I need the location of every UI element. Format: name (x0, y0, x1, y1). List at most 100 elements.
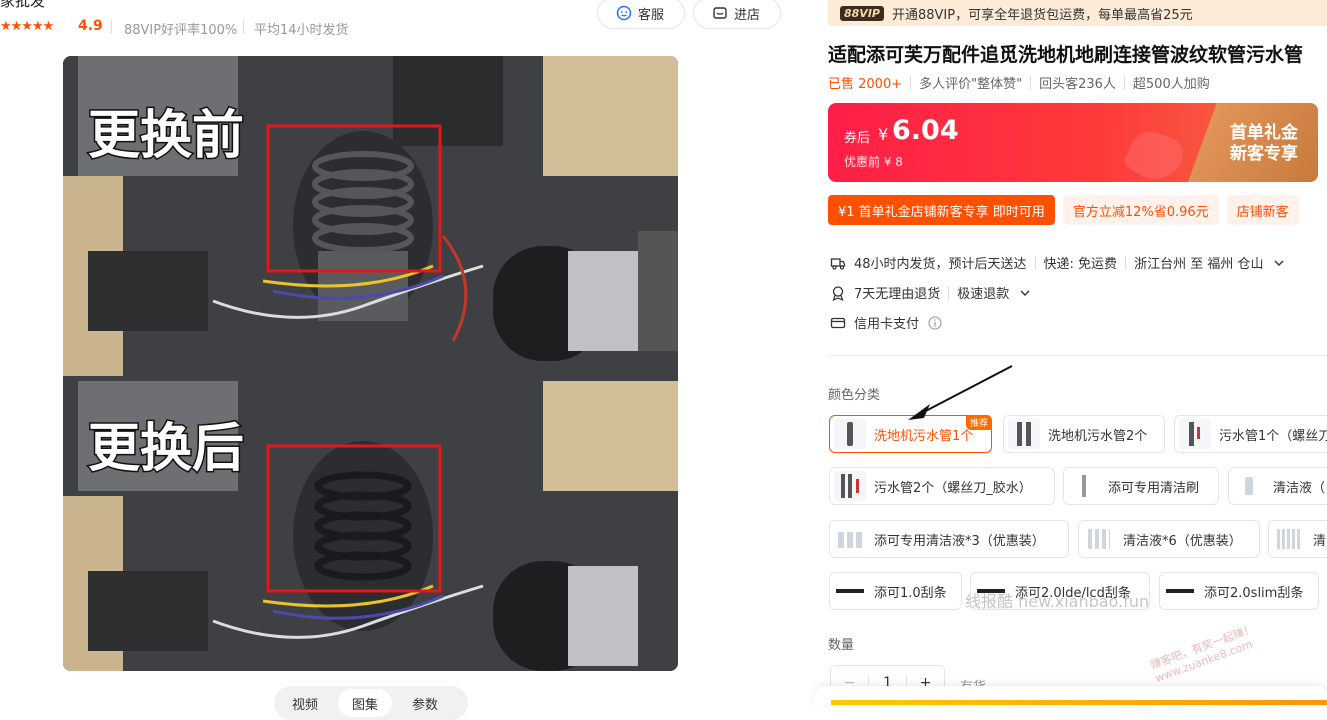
smile-chat-icon (616, 5, 632, 21)
sku-thumbnail (1233, 471, 1265, 501)
chevron-down-icon[interactable] (1271, 255, 1287, 271)
sku-thumbnail (1179, 419, 1211, 449)
ship-route[interactable]: 浙江台州 至 福州 仓山 (1134, 253, 1263, 272)
sku-thumbnail (834, 576, 866, 606)
sku-option-9[interactable]: 清 (1268, 520, 1327, 558)
sku-option-7[interactable]: 添可专用清洁液*3（优惠装） (829, 520, 1069, 558)
credit-card-icon (830, 315, 846, 331)
vip-banner[interactable]: 88VIP 开通88VIP，可享全年退货包运费，每单最高省25元 (828, 0, 1327, 26)
divider (1030, 75, 1032, 90)
sku-option-3[interactable]: 污水管1个（螺丝刀 (1174, 415, 1327, 453)
divider (111, 20, 112, 34)
sku-label: 添可2.0slim刮条 (1204, 585, 1304, 601)
before-caption: 更换前 (88, 106, 244, 166)
sku-thumbnail (1068, 471, 1100, 501)
credit-card-payment: 信用卡支付 (854, 317, 920, 332)
price-card: 券后 ¥ 6.04 优惠前 ¥ 8 首单礼金 新客专享 (828, 103, 1318, 182)
sku-thumbnail (834, 471, 866, 501)
product-title: 适配添可芙万配件追觅洗地机地刷连接管波纹软管污水管 (828, 44, 1304, 66)
gallery-tabs: 视频 图集 参数 (274, 686, 468, 720)
after-caption: 更换后 (88, 419, 244, 479)
shop-icon (712, 5, 728, 21)
sku-label: 清 (1313, 533, 1327, 549)
sku-option-8[interactable]: 清洁液*6（优惠装） (1078, 520, 1260, 558)
site-watermark: 线报酷 new.xianbao.fun (965, 592, 1150, 611)
original-price: 优惠前 ¥ 8 (844, 155, 903, 169)
good-rate: 88VIP好评率100% (124, 23, 238, 38)
repeat-buyers: 回头客236人 (1039, 77, 1116, 92)
currency-symbol: ¥ (878, 125, 889, 144)
promo-label: 首单礼金 新客专享 (1230, 123, 1298, 165)
sku-thumbnail (1164, 576, 1196, 606)
price-prefix: 券后 (844, 131, 871, 146)
rating-stars-icon: ★★★★★ (0, 19, 54, 34)
ship-estimate: 48小时内发货，预计后天送达 (854, 257, 1027, 272)
fast-refund[interactable]: 极速退款 (957, 283, 1009, 302)
customer-service-label: 客服 (638, 7, 665, 23)
sku-label: 污水管1个（螺丝刀 (1219, 428, 1327, 444)
chevron-down-icon[interactable] (1017, 285, 1033, 301)
quantity-label: 数量 (828, 638, 855, 653)
sku-thumbnail (1083, 524, 1115, 554)
payment-row: 信用卡支付 (830, 313, 943, 332)
returns-policy: 7天无理由退货 (854, 287, 941, 302)
returns-row: 7天无理由退货 极速退款 (830, 283, 1033, 302)
sku-option-6[interactable]: 清洁液（ (1228, 467, 1327, 505)
product-stats: 已售 2000+ 多人评价"整体赞" 回头客236人 超500人加购 (828, 73, 1210, 92)
sku-option-12[interactable]: 添可2.0slim刮条 (1159, 572, 1319, 610)
ship-time: 平均14小时发货 (254, 23, 349, 38)
sku-thumbnail (834, 524, 866, 554)
price-value: 6.04 (892, 115, 959, 146)
divider (1123, 75, 1125, 90)
color-label: 颜色分类 (828, 388, 881, 403)
truck-icon (830, 255, 846, 271)
coupon-new-customer[interactable]: ¥1 首单礼金店铺新客专享 即时可用 (828, 195, 1055, 225)
sku-label: 清洁液（ (1273, 480, 1326, 496)
divider (1034, 255, 1036, 270)
enter-shop-button[interactable]: 进店 (693, 0, 781, 29)
promo-line-1: 首单礼金 (1230, 123, 1298, 143)
sku-option-2[interactable]: 洗地机污水管2个 (1003, 415, 1165, 453)
tab-params[interactable]: 参数 (398, 689, 452, 717)
tab-gallery[interactable]: 图集 (338, 689, 393, 717)
cart-count: 超500人加购 (1132, 77, 1210, 92)
vip-text: 开通88VIP，可享全年退货包运费，每单最高省25元 (891, 7, 1193, 23)
shop-name[interactable]: 家批发 (0, 0, 45, 11)
divider (910, 75, 912, 90)
sold-count: 已售 2000+ (828, 77, 903, 92)
divider (948, 285, 950, 300)
promo-line-2: 新客专享 (1230, 144, 1298, 164)
coupon-shop-new[interactable]: 店铺新客 (1226, 195, 1299, 225)
coupon-discount[interactable]: 官方立减12%省0.96元 (1062, 195, 1219, 225)
divider (243, 20, 244, 34)
express-fee: 快递: 免运费 (1043, 257, 1118, 272)
coupon-row: ¥1 首单礼金店铺新客专享 即时可用 官方立减12%省0.96元 店铺新客 (828, 195, 1299, 225)
sku-label: 污水管2个（螺丝刀_胶水） (874, 480, 1032, 496)
info-icon[interactable] (927, 315, 943, 331)
sku-option-4[interactable]: 污水管2个（螺丝刀_胶水） (829, 467, 1055, 505)
divider (1125, 255, 1127, 270)
return-shield-icon (830, 285, 846, 301)
annotation-arrow-icon (908, 365, 1013, 420)
sku-label: 清洁液*6（优惠装） (1123, 533, 1242, 549)
vip-badge: 88VIP (840, 5, 884, 21)
shipping-row: 48小时内发货，预计后天送达 快递: 免运费 浙江台州 至 福州 仓山 (830, 253, 1287, 272)
sku-label: 添可专用清洁液*3（优惠装） (874, 533, 1045, 549)
review-summary[interactable]: 多人评价"整体赞" (919, 73, 1022, 92)
sku-option-10[interactable]: 添可1.0刮条 (829, 572, 962, 610)
floating-action-bar (815, 686, 1327, 705)
sku-thumbnail (834, 419, 866, 449)
decor-shape-icon (1124, 131, 1183, 180)
sku-thumbnail (1273, 524, 1305, 554)
section-divider (828, 355, 1327, 356)
sku-label: 洗地机污水管2个 (1048, 428, 1148, 444)
tab-video[interactable]: 视频 (278, 689, 332, 717)
stamp-watermark: 赚客吧，有奖一起赚！ www.zuanke8.com (1149, 622, 1262, 686)
shop-rating: 4.9 (78, 18, 103, 34)
sku-label: 添可专用清洁刷 (1108, 480, 1200, 496)
customer-service-button[interactable]: 客服 (597, 0, 685, 29)
action-bar-accent (831, 700, 1327, 705)
enter-shop-label: 进店 (734, 7, 761, 23)
sku-option-5[interactable]: 添可专用清洁刷 (1063, 467, 1219, 505)
main-product-image[interactable]: 更换前 更换后 (63, 56, 678, 671)
